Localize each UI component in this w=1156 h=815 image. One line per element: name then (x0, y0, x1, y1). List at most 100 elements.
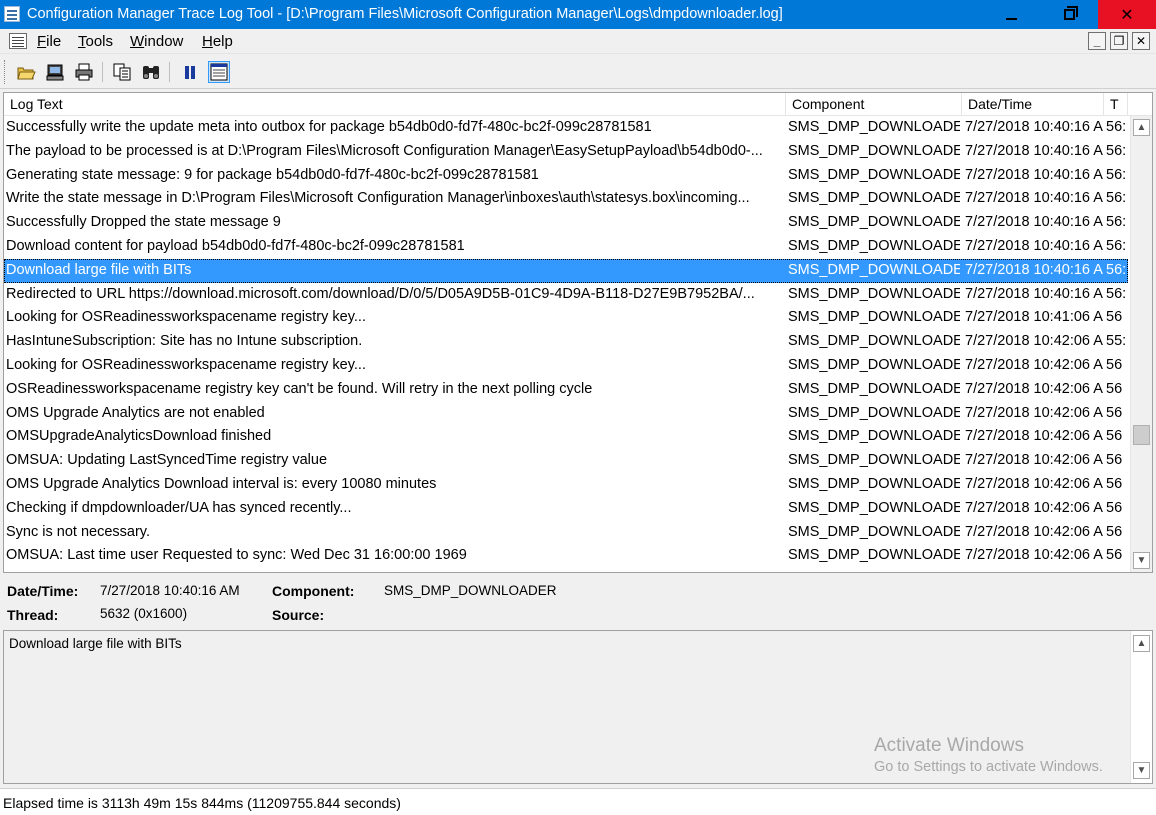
thread-cell: 56 (1106, 476, 1123, 492)
column-header-datetime[interactable]: Date/Time (962, 93, 1104, 116)
log-text-cell: Looking for OSReadinessworkspacename reg… (6, 309, 366, 326)
column-header-thread[interactable]: T (1104, 93, 1128, 116)
table-row[interactable]: Generating state message: 9 for package … (4, 164, 1128, 188)
open-remote-button[interactable] (44, 61, 66, 83)
component-cell: SMS_DMP_DOWNLOADEI (788, 190, 960, 207)
source-label: Source: (272, 607, 325, 623)
activation-watermark-subtitle: Go to Settings to activate Windows. (874, 759, 1103, 775)
table-row[interactable]: The payload to be processed is at D:\Pro… (4, 140, 1128, 164)
component-value: SMS_DMP_DOWNLOADER (384, 583, 557, 598)
datetime-cell: 7/27/2018 10:40:16 A (965, 214, 1103, 231)
copy-icon (113, 63, 131, 81)
table-row[interactable]: Looking for OSReadinessworkspacename reg… (4, 354, 1128, 378)
scroll-up-arrow[interactable]: ▲ (1133, 119, 1150, 136)
thread-cell: 56 (1106, 499, 1123, 516)
print-button[interactable] (73, 61, 95, 83)
component-cell: SMS_DMP_DOWNLOADEI (788, 357, 960, 373)
component-cell: SMS_DMP_DOWNLOADEI (788, 428, 960, 445)
table-row[interactable]: Write the state message in D:\Program Fi… (4, 187, 1128, 211)
scroll-down-arrow[interactable]: ▼ (1133, 762, 1150, 779)
scroll-thumb[interactable] (1133, 425, 1150, 445)
log-text-cell: OMSUA: Updating LastSyncedTime registry … (6, 452, 328, 469)
datetime-cell: 7/27/2018 10:42:06 A (965, 452, 1103, 469)
table-row[interactable]: Download content for payload b54db0d0-fd… (4, 235, 1128, 259)
component-cell: SMS_DMP_DOWNLOADEI (788, 523, 960, 540)
status-text: Elapsed time is 3113h 49m 15s 844ms (112… (3, 795, 401, 811)
log-text-cell: HasIntuneSubscription: Site has no Intun… (6, 333, 363, 350)
copy-button[interactable] (111, 61, 133, 83)
mdi-restore-button[interactable]: ❐ (1110, 32, 1128, 50)
log-text-cell: Write the state message in D:\Program Fi… (6, 190, 750, 207)
datetime-cell: 7/27/2018 10:42:06 A (965, 499, 1103, 516)
table-row[interactable]: Redirected to URL https://download.micro… (4, 283, 1128, 307)
message-scrollbar[interactable]: ▲ ▼ (1130, 631, 1152, 783)
menu-window[interactable]: Window (130, 33, 183, 50)
log-scrollbar[interactable]: ▲ ▼ (1130, 116, 1152, 572)
table-row[interactable]: OMS Upgrade Analytics Download interval … (4, 473, 1128, 497)
component-cell: SMS_DMP_DOWNLOADEI (788, 285, 960, 302)
toolbar-separator (169, 62, 170, 82)
table-row[interactable]: Successfully Dropped the state message 9… (4, 211, 1128, 235)
log-text-cell: Looking for OSReadinessworkspacename reg… (6, 357, 366, 373)
open-icon (17, 67, 36, 80)
find-button[interactable] (140, 61, 162, 83)
table-row[interactable]: Sync is not necessary. SMS_DMP_DOWNLOADEI… (4, 521, 1128, 545)
component-cell: SMS_DMP_DOWNLOADEI (788, 119, 960, 135)
mdi-close-button[interactable]: ✕ (1132, 32, 1150, 50)
menu-file[interactable]: File (37, 33, 61, 50)
find-icon (143, 66, 159, 79)
log-text-cell: Successfully write the update meta into … (6, 119, 652, 135)
table-row[interactable]: OMSUA: Last time user Requested to sync:… (4, 544, 1128, 568)
table-row[interactable]: Looking for OSReadinessworkspacename reg… (4, 306, 1128, 330)
log-text-cell: Checking if dmpdownloader/UA has synced … (6, 499, 352, 516)
scroll-down-arrow[interactable]: ▼ (1133, 552, 1150, 569)
thread-cell: 56 (1106, 452, 1123, 469)
preview-pane-button[interactable] (208, 61, 230, 83)
scroll-up-arrow[interactable]: ▲ (1133, 635, 1150, 652)
message-box[interactable]: Download large file with BITs Activate W… (3, 630, 1153, 784)
open-button[interactable] (15, 61, 37, 83)
thread-cell: 56 (1106, 404, 1123, 421)
log-text-cell: Generating state message: 9 for package … (6, 166, 539, 183)
document-icon[interactable] (9, 33, 27, 49)
datetime-cell: 7/27/2018 10:42:06 A (965, 404, 1103, 421)
thread-cell: 56 (1106, 547, 1123, 564)
table-row[interactable]: Checking if dmpdownloader/UA has synced … (4, 497, 1128, 521)
table-row[interactable]: Successfully write the update meta into … (4, 116, 1128, 140)
log-list[interactable]: Log Text Component Date/Time T Successfu… (3, 92, 1153, 573)
datetime-cell: 7/27/2018 10:40:16 A (965, 285, 1103, 302)
thread-cell: 56: (1106, 190, 1127, 207)
component-cell: SMS_DMP_DOWNLOADEI (788, 476, 960, 492)
app-icon[interactable] (4, 6, 20, 22)
component-cell: SMS_DMP_DOWNLOADEI (788, 404, 960, 421)
datetime-cell: 7/27/2018 10:40:16 A (965, 166, 1103, 183)
table-row[interactable]: HasIntuneSubscription: Site has no Intun… (4, 330, 1128, 354)
datetime-cell: 7/27/2018 10:41:06 A (965, 309, 1103, 326)
component-cell: SMS_DMP_DOWNLOADEI (788, 309, 960, 326)
datetime-cell: 7/27/2018 10:40:16 A (965, 261, 1103, 278)
component-cell: SMS_DMP_DOWNLOADEI (788, 333, 960, 350)
minimize-button[interactable] (982, 0, 1040, 29)
thread-cell: 56: (1106, 238, 1127, 254)
datetime-cell: 7/27/2018 10:40:16 A (965, 119, 1103, 135)
menu-help[interactable]: Help (202, 33, 233, 50)
column-header-log-text[interactable]: Log Text (4, 93, 786, 116)
pause-button[interactable] (179, 61, 201, 83)
thread-cell: 56: (1106, 142, 1127, 159)
mdi-minimize-button[interactable]: _ (1088, 32, 1106, 50)
close-button[interactable]: ✕ (1098, 0, 1156, 29)
component-cell: SMS_DMP_DOWNLOADEI (788, 547, 960, 564)
thread-cell: 56 (1106, 523, 1123, 540)
datetime-cell: 7/27/2018 10:40:16 A (965, 142, 1103, 159)
table-row[interactable]: Download large file with BITs SMS_DMP_DOW… (4, 258, 1128, 283)
table-row[interactable]: OMS Upgrade Analytics are not enabled SMS… (4, 402, 1128, 426)
table-row[interactable]: OMSUpgradeAnalyticsDownload finished SMS_… (4, 425, 1128, 449)
column-header-component[interactable]: Component (786, 93, 962, 116)
table-row[interactable]: OMSUA: Updating LastSyncedTime registry … (4, 449, 1128, 473)
datetime-cell: 7/27/2018 10:42:06 A (965, 547, 1103, 564)
component-cell: SMS_DMP_DOWNLOADEI (788, 261, 960, 278)
table-row[interactable]: OSReadinessworkspacename registry key ca… (4, 378, 1128, 402)
menu-tools[interactable]: Tools (78, 33, 113, 50)
restore-button[interactable] (1040, 0, 1098, 29)
toolbar-grip[interactable] (4, 60, 7, 84)
